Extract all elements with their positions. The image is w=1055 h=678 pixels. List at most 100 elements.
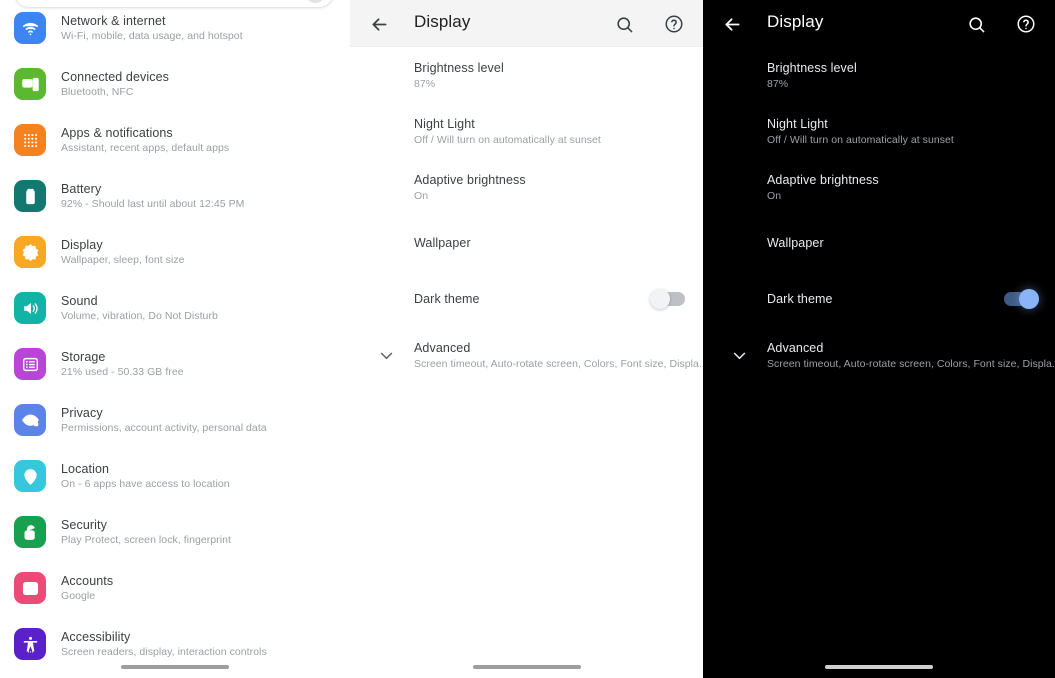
display-row-text: Night Light Off / Will turn on automatica…: [767, 117, 1037, 146]
settings-item-connected-devices[interactable]: Connected devices Bluetooth, NFC: [0, 56, 350, 112]
settings-item-subtitle: Assistant, recent apps, default apps: [61, 142, 230, 155]
display-row-title: Night Light: [414, 116, 475, 131]
toggle-thumb: [650, 289, 670, 309]
settings-item-text: Accounts Google: [61, 574, 113, 602]
unlock-shield-icon: [14, 516, 46, 548]
settings-item-apps-notifications[interactable]: Apps & notifications Assistant, recent ap…: [0, 112, 350, 168]
display-options-light: Brightness level 87% Night Light Off / Will…: [350, 47, 703, 383]
display-row-text: Brightness level 87%: [414, 61, 685, 90]
settings-item-accessibility[interactable]: Accessibility Screen readers, display, in…: [0, 616, 350, 672]
settings-item-subtitle: Permissions, account activity, personal …: [61, 422, 267, 435]
display-row-text: Advanced Screen timeout, Auto-rotate scre…: [414, 341, 703, 370]
display-row-wallpaper[interactable]: Wallpaper: [703, 215, 1055, 271]
display-row-wallpaper[interactable]: Wallpaper: [350, 215, 703, 271]
display-panel-light: Display Brightness level 87% Night Light Of…: [350, 0, 703, 678]
settings-item-network-internet[interactable]: Network & internet Wi-Fi, mobile, data us…: [0, 0, 350, 56]
settings-item-location[interactable]: Location On - 6 apps have access to locat…: [0, 448, 350, 504]
settings-item-text: Battery 92% - Should last until about 12:…: [61, 182, 244, 210]
display-row-text: Night Light Off / Will turn on automatica…: [414, 117, 685, 146]
account-card-icon: [14, 572, 46, 604]
display-row-advanced[interactable]: Advanced Screen timeout, Auto-rotate scre…: [350, 327, 703, 383]
app-bar-light: Display: [350, 0, 703, 47]
display-row-text: Dark theme: [414, 292, 652, 306]
page-title: Display: [414, 12, 471, 31]
display-row-advanced[interactable]: Advanced Screen timeout, Auto-rotate scre…: [703, 327, 1055, 383]
battery-icon: [14, 180, 46, 212]
display-row-text: Advanced Screen timeout, Auto-rotate scre…: [767, 341, 1055, 370]
screenshot-root: Network & internet Wi-Fi, mobile, data us…: [0, 0, 1055, 678]
settings-item-text: Storage 21% used - 50.33 GB free: [61, 350, 184, 378]
settings-item-text: Display Wallpaper, sleep, font size: [61, 238, 185, 266]
search-icon[interactable]: [965, 13, 987, 35]
settings-item-text: Sound Volume, vibration, Do Not Disturb: [61, 294, 218, 322]
display-row-text: Adaptive brightness On: [414, 173, 685, 202]
location-pin-icon: [14, 460, 46, 492]
display-row-brightness-level[interactable]: Brightness level 87%: [703, 47, 1055, 103]
display-row-night-light[interactable]: Night Light Off / Will turn on automatica…: [350, 103, 703, 159]
settings-menu: Network & internet Wi-Fi, mobile, data us…: [0, 0, 350, 672]
dark-theme-toggle[interactable]: [650, 289, 685, 309]
settings-item-privacy[interactable]: Privacy Permissions, account activity, pe…: [0, 392, 350, 448]
settings-item-title: Display: [61, 237, 103, 252]
settings-item-battery[interactable]: Battery 92% - Should last until about 12:…: [0, 168, 350, 224]
help-circle-icon[interactable]: [1015, 13, 1037, 35]
settings-item-display[interactable]: Display Wallpaper, sleep, font size: [0, 224, 350, 280]
brightness-icon: [14, 236, 46, 268]
accessibility-icon: [14, 628, 46, 660]
page-title: Display: [767, 12, 824, 31]
display-row-dark-theme[interactable]: Dark theme: [350, 271, 703, 327]
settings-item-text: Accessibility Screen readers, display, in…: [61, 630, 267, 658]
settings-item-subtitle: Screen readers, display, interaction con…: [61, 646, 267, 659]
display-row-text: Adaptive brightness On: [767, 173, 1037, 202]
settings-item-title: Security: [61, 517, 107, 532]
settings-item-accounts[interactable]: Accounts Google: [0, 560, 350, 616]
gesture-nav-pill: [825, 665, 933, 669]
settings-item-title: Accessibility: [61, 629, 131, 644]
display-row-text: Wallpaper: [414, 236, 685, 250]
display-row-brightness-level[interactable]: Brightness level 87%: [350, 47, 703, 103]
settings-item-title: Location: [61, 461, 110, 476]
settings-item-text: Location On - 6 apps have access to locat…: [61, 462, 230, 490]
settings-item-security[interactable]: Security Play Protect, screen lock, finge…: [0, 504, 350, 560]
settings-item-title: Privacy: [61, 405, 103, 420]
back-arrow-icon[interactable]: [368, 13, 390, 35]
display-row-title: Advanced: [414, 340, 471, 355]
settings-item-title: Network & internet: [61, 13, 166, 28]
display-row-night-light[interactable]: Night Light Off / Will turn on automatica…: [703, 103, 1055, 159]
display-row-dark-theme[interactable]: Dark theme: [703, 271, 1055, 327]
dark-theme-toggle[interactable]: [1004, 289, 1039, 309]
settings-item-title: Sound: [61, 293, 98, 308]
chevron-down-icon[interactable]: [730, 346, 748, 364]
settings-item-sound[interactable]: Sound Volume, vibration, Do Not Disturb: [0, 280, 350, 336]
settings-item-subtitle: Bluetooth, NFC: [61, 86, 134, 99]
volume-icon: [14, 292, 46, 324]
display-options-dark: Brightness level 87% Night Light Off / Will…: [703, 47, 1055, 383]
display-row-title: Brightness level: [414, 60, 504, 75]
help-circle-icon[interactable]: [663, 13, 685, 35]
settings-item-title: Connected devices: [61, 69, 170, 84]
display-row-subtitle: Off / Will turn on automatically at suns…: [414, 133, 601, 146]
settings-item-text: Network & internet Wi-Fi, mobile, data us…: [61, 14, 243, 42]
settings-item-subtitle: 92% - Should last until about 12:45 PM: [61, 198, 245, 211]
settings-item-title: Storage: [61, 349, 106, 364]
display-row-adaptive-brightness[interactable]: Adaptive brightness On: [350, 159, 703, 215]
apps-grid-icon: [14, 124, 46, 156]
search-icon[interactable]: [613, 13, 635, 35]
display-row-text: Brightness level 87%: [767, 61, 1037, 90]
chevron-down-icon[interactable]: [377, 346, 395, 364]
display-row-title: Brightness level: [767, 60, 857, 75]
settings-item-title: Apps & notifications: [61, 125, 173, 140]
gesture-nav-pill: [121, 665, 229, 669]
back-arrow-icon[interactable]: [721, 13, 743, 35]
settings-item-text: Privacy Permissions, account activity, pe…: [61, 406, 267, 434]
settings-item-subtitle: Wallpaper, sleep, font size: [61, 254, 185, 267]
display-row-text: Dark theme: [767, 292, 1004, 306]
display-row-subtitle: 87%: [767, 77, 789, 90]
wifi-icon: [14, 12, 46, 44]
settings-item-subtitle: 21% used - 50.33 GB free: [61, 366, 184, 379]
display-row-adaptive-brightness[interactable]: Adaptive brightness On: [703, 159, 1055, 215]
toggle-thumb: [1019, 289, 1039, 309]
display-row-title: Wallpaper: [414, 236, 471, 250]
settings-item-storage[interactable]: Storage 21% used - 50.33 GB free: [0, 336, 350, 392]
display-row-text: Wallpaper: [767, 236, 1037, 250]
